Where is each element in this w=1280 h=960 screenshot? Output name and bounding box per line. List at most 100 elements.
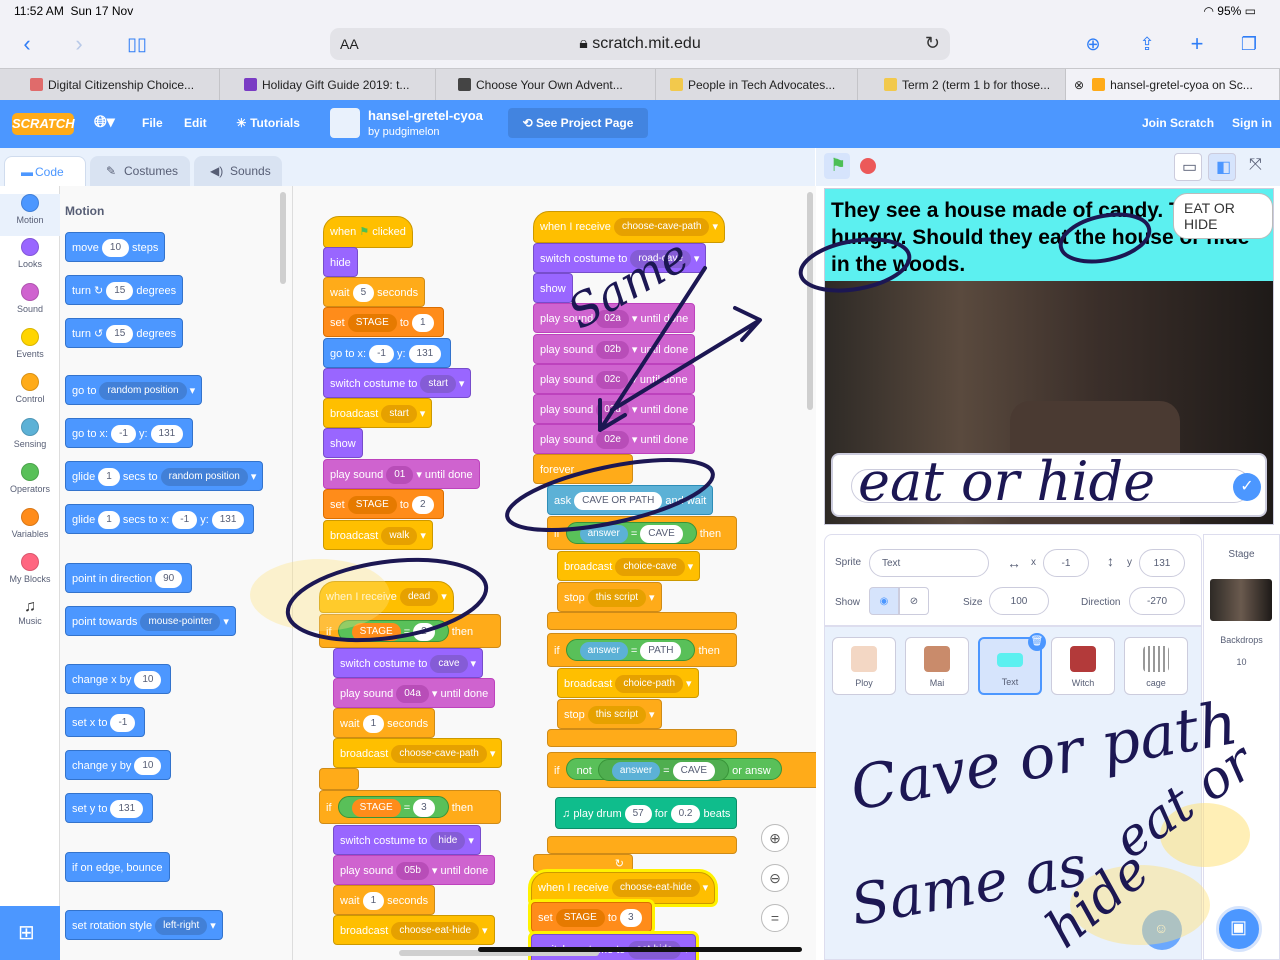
green-flag-button[interactable]: ⚑	[824, 153, 850, 179]
wait-block[interactable]: wait 1 seconds	[333, 885, 436, 915]
tab-code[interactable]: ▬ Code	[4, 156, 86, 186]
size-input[interactable]: 100	[989, 587, 1049, 615]
category-music[interactable]: ♫ Music	[0, 598, 60, 626]
tab-sounds[interactable]: ◀︎) Sounds	[194, 156, 282, 186]
small-stage-button[interactable]: ▭	[1174, 153, 1202, 181]
turn-right-block[interactable]: turn ↻ 15 degrees	[65, 275, 184, 305]
play-sound-block[interactable]: play sound 02b ▾ until done	[533, 334, 696, 364]
show-block[interactable]: show	[323, 428, 363, 458]
zoom-in-button[interactable]: ⊕	[761, 824, 789, 852]
sprite-tile-ploy[interactable]: Ploy	[832, 637, 896, 695]
new-tab-icon[interactable]: +	[1182, 30, 1212, 58]
sprite-tile-text[interactable]: Text 🗑︎	[978, 633, 1046, 695]
share-icon[interactable]: ⇪	[1132, 30, 1162, 58]
browser-tab-4[interactable]: People in Tech Advocates...	[662, 69, 858, 101]
stop-block[interactable]: stop this script ▾	[557, 582, 662, 612]
stage-target-pane[interactable]: Stage Backdrops 10	[1203, 534, 1280, 960]
y-input[interactable]: 131	[1139, 549, 1185, 577]
join-scratch-link[interactable]: Join Scratch	[1142, 116, 1214, 130]
workspace-scrollbar[interactable]	[807, 192, 813, 410]
stop-button[interactable]	[860, 158, 876, 174]
browser-tab-5[interactable]: Term 2 (term 1 b for those...	[876, 69, 1066, 101]
switch-costume-block[interactable]: switch costume to start ▾	[323, 368, 472, 398]
when-i-receive-block[interactable]: when I receive choose-eat-hide ▾	[531, 872, 716, 904]
hide-block[interactable]: hide	[323, 247, 358, 277]
forever-block[interactable]: forever	[533, 454, 633, 484]
go-to-xy-script-block[interactable]: go to x: -1 y: 131	[323, 338, 452, 368]
switch-costume-block[interactable]: switch costume to cave ▾	[333, 648, 484, 678]
browser-tab-2[interactable]: Holiday Gift Guide 2019: t...	[236, 69, 436, 101]
set-stage-variable-block[interactable]: set STAGE to 3	[531, 902, 652, 932]
file-menu[interactable]: File	[142, 116, 163, 130]
browser-tab-active[interactable]: ⊗ hansel-gretel-cyoa on Sc...	[1066, 69, 1280, 101]
wait-block[interactable]: wait 5 seconds	[323, 277, 426, 307]
category-sensing[interactable]: Sensing	[0, 418, 60, 449]
sprite-tile-cage[interactable]: cage	[1124, 637, 1188, 695]
browser-tab-3[interactable]: Choose Your Own Advent...	[450, 69, 656, 101]
play-sound-block[interactable]: play sound 01 ▾ until done	[323, 459, 480, 489]
tab-costumes[interactable]: ✎ Costumes	[90, 156, 190, 186]
direction-input[interactable]: -270	[1129, 587, 1185, 615]
see-project-button[interactable]: ⟲ See Project Page	[508, 108, 648, 138]
not-operator[interactable]: not answer = CAVE or answ	[565, 758, 782, 781]
reload-icon[interactable]: ↻	[925, 33, 940, 54]
if-not-block[interactable]: if not answer = CAVE or answ	[547, 752, 816, 788]
sign-in-link[interactable]: Sign in	[1232, 116, 1272, 130]
play-drum-block[interactable]: ♫ play drum 57 for 0.2 beats	[555, 797, 738, 829]
zoom-reset-button[interactable]: =	[761, 904, 789, 932]
edit-menu[interactable]: Edit	[184, 116, 207, 130]
broadcast-block[interactable]: broadcast walk ▾	[323, 520, 433, 550]
rotation-style-block[interactable]: set rotation style left-right ▾	[65, 910, 223, 940]
equals-operator[interactable]: STAGE = 3	[337, 796, 449, 818]
if-block[interactable]: if STAGE = 3 then	[319, 790, 501, 824]
sprite-tile-witch[interactable]: Witch	[1051, 637, 1115, 695]
equals-operator[interactable]: answer = CAVE	[565, 522, 697, 544]
download-icon[interactable]: ⊕	[1078, 30, 1108, 58]
if-block[interactable]: if STAGE = 2 then	[319, 614, 501, 648]
sprite-name-input[interactable]: Text	[869, 549, 989, 577]
category-looks[interactable]: Looks	[0, 238, 60, 269]
broadcast-block[interactable]: broadcast choose-eat-hide ▾	[333, 915, 495, 945]
play-sound-block[interactable]: play sound 02e ▾ until done	[533, 424, 696, 454]
go-to-block[interactable]: go to random position ▾	[65, 375, 203, 405]
bookmarks-icon[interactable]: ▯▯	[122, 30, 152, 58]
forward-icon[interactable]: ›	[64, 30, 94, 58]
flyout-scrollbar[interactable]	[280, 192, 286, 284]
category-my-blocks[interactable]: My Blocks	[0, 553, 60, 584]
trash-icon[interactable]: 🗑︎	[1028, 633, 1046, 651]
play-sound-block[interactable]: play sound 02c ▾ until done	[533, 364, 695, 394]
back-icon[interactable]: ‹	[12, 30, 42, 58]
project-title[interactable]: hansel-gretel-cyoa	[368, 108, 483, 123]
add-extension-button[interactable]: ⊞	[0, 906, 60, 960]
play-sound-block[interactable]: play sound 05b ▾ until done	[333, 855, 496, 885]
tutorials-button[interactable]: ☀︎ Tutorials	[236, 116, 300, 130]
set-stage-variable-block[interactable]: set STAGE to 2	[323, 489, 444, 519]
language-globe-icon[interactable]: 🌐︎▾	[94, 112, 115, 132]
set-y-block[interactable]: set y to 131	[65, 793, 154, 823]
play-sound-block[interactable]: play sound 02a ▾ until done	[533, 303, 696, 333]
broadcast-block[interactable]: broadcast choose-cave-path ▾	[333, 738, 503, 768]
glide-block[interactable]: glide 1 secs to random position ▾	[65, 461, 264, 491]
submit-answer-button[interactable]: ✓	[1233, 473, 1261, 501]
glide-xy-block[interactable]: glide 1 secs to x: -1 y: 131	[65, 504, 255, 534]
change-x-block[interactable]: change x by 10	[65, 664, 172, 694]
switch-costume-block[interactable]: switch costume to hide ▾	[333, 825, 481, 855]
ask-and-wait-block[interactable]: ask CAVE OR PATH and wait	[547, 485, 714, 515]
x-input[interactable]: -1	[1043, 549, 1089, 577]
change-y-block[interactable]: change y by 10	[65, 750, 172, 780]
broadcast-block[interactable]: broadcast start ▾	[323, 398, 433, 428]
point-direction-block[interactable]: point in direction 90	[65, 563, 193, 593]
category-variables[interactable]: Variables	[0, 508, 60, 539]
equals-operator[interactable]: STAGE = 2	[337, 620, 449, 642]
show-visible-button[interactable]: ◉	[869, 587, 899, 615]
category-motion[interactable]: Motion	[0, 194, 60, 236]
when-i-receive-block[interactable]: when I receive choose-cave-path ▾	[533, 211, 725, 243]
broadcast-block[interactable]: broadcast choice-cave ▾	[557, 551, 701, 581]
add-sprite-button[interactable]: ☺	[1142, 910, 1182, 950]
browser-tab-1[interactable]: Digital Citizenship Choice...	[22, 69, 220, 101]
turn-left-block[interactable]: turn ↺ 15 degrees	[65, 318, 184, 348]
add-backdrop-button[interactable]: ▣	[1216, 906, 1262, 952]
answer-input[interactable]	[851, 469, 1251, 503]
large-stage-button[interactable]: ◧	[1208, 153, 1236, 181]
if-block[interactable]: if answer = CAVE then	[547, 516, 737, 550]
